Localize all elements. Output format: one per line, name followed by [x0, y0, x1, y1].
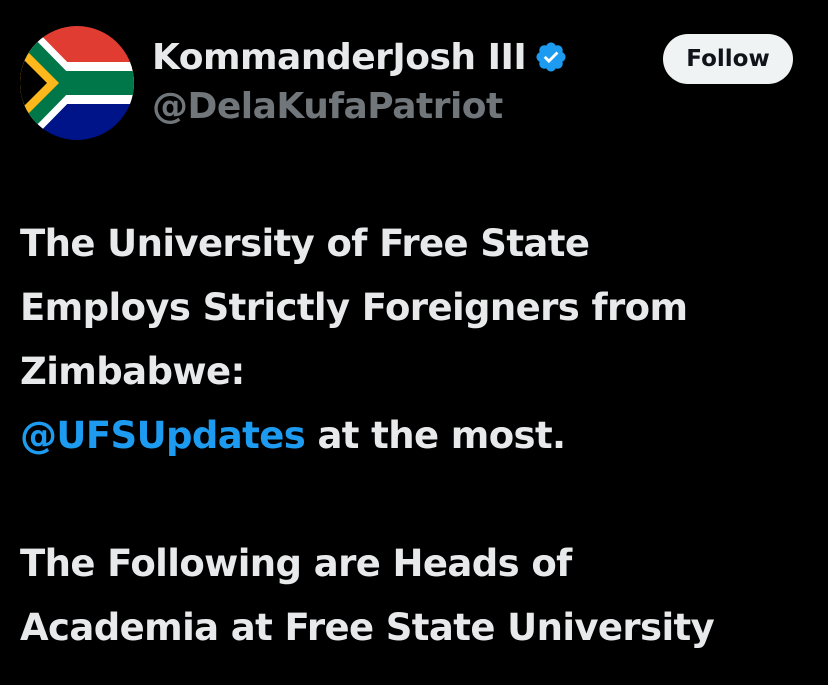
tweet-text: The University of Free State Employs Str…: [20, 212, 810, 660]
tweet-line-rest: at the most.: [305, 414, 566, 457]
tweet-line: Employs Strictly Foreigners from: [20, 286, 688, 329]
tweet-line-with-mention: @UFSUpdates at the most.: [20, 404, 810, 468]
display-name-row: KommanderJosh III: [152, 34, 568, 80]
tweet-line: The Following are Heads of: [20, 542, 572, 585]
follow-button[interactable]: Follow: [663, 34, 793, 84]
tweet-line: Academia at Free State University: [20, 606, 715, 649]
south-africa-flag-icon: [20, 26, 134, 140]
user-handle[interactable]: @DelaKufaPatriot: [152, 86, 568, 127]
tweet-line: Zimbabwe:: [20, 350, 245, 393]
mention-link[interactable]: @UFSUpdates: [20, 414, 306, 457]
tweet-line: The University of Free State: [20, 222, 590, 265]
verified-badge-icon[interactable]: [534, 40, 568, 74]
tweet-header: KommanderJosh III @DelaKufaPatriot Follo…: [20, 26, 810, 146]
display-name[interactable]: KommanderJosh III: [152, 37, 527, 78]
author-info: KommanderJosh III @DelaKufaPatriot: [152, 34, 568, 127]
avatar[interactable]: [20, 26, 134, 140]
